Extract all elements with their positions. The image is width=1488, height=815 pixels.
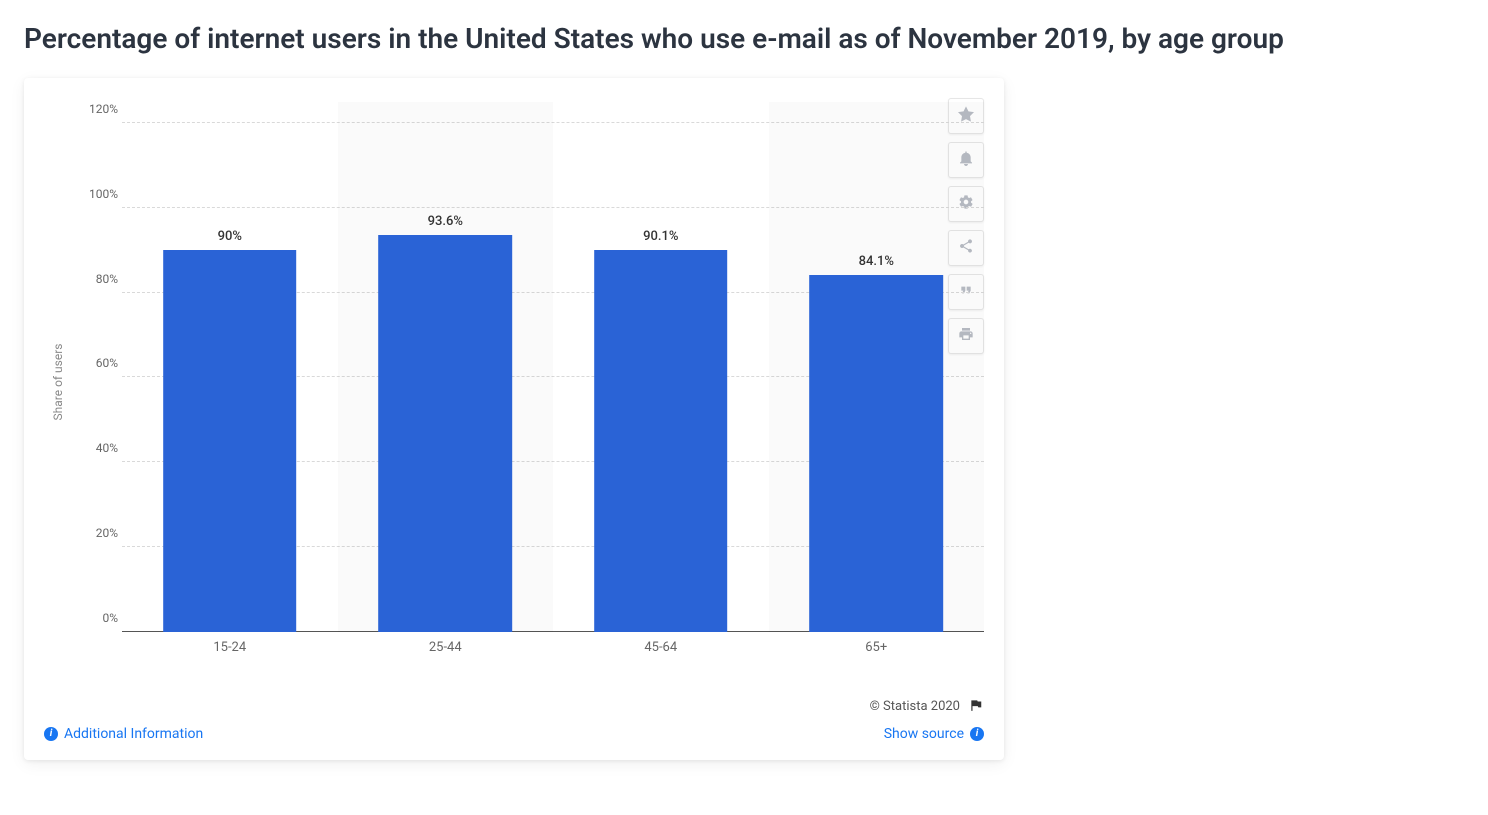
chart-card: Share of users 90% 93.6% 90.1% 84.1% 0% 20% 4… bbox=[24, 78, 1004, 760]
y-tick-label: 0% bbox=[72, 611, 118, 625]
y-tick-label: 100% bbox=[72, 187, 118, 201]
card-footer: i Additional Information © Statista 2020… bbox=[44, 698, 984, 742]
y-tick-label: 20% bbox=[72, 526, 118, 540]
info-icon: i bbox=[970, 727, 984, 741]
additional-info-label: Additional Information bbox=[64, 726, 203, 742]
x-tick-label: 45-64 bbox=[553, 640, 769, 662]
bar[interactable] bbox=[594, 250, 728, 632]
x-axis: 15-2425-4445-6465+ bbox=[122, 640, 984, 662]
bars-container: 90% 93.6% 90.1% 84.1% bbox=[122, 102, 984, 632]
y-tick-label: 60% bbox=[72, 356, 118, 370]
bar-value-label: 90% bbox=[218, 229, 242, 244]
ylabel-wrap: Share of users bbox=[44, 102, 72, 662]
bar-value-label: 84.1% bbox=[859, 254, 894, 269]
bar-slot: 93.6% bbox=[338, 102, 554, 632]
show-source-label: Show source bbox=[884, 726, 964, 742]
bar-slot: 90.1% bbox=[553, 102, 769, 632]
chart-zone: Share of users 90% 93.6% 90.1% 84.1% 0% 20% 4… bbox=[44, 102, 984, 662]
y-tick-label: 120% bbox=[72, 102, 118, 116]
copyright-text: © Statista 2020 bbox=[870, 698, 984, 716]
y-tick-label: 80% bbox=[72, 272, 118, 286]
x-tick-label: 25-44 bbox=[338, 640, 554, 662]
additional-info-link[interactable]: i Additional Information bbox=[44, 726, 203, 742]
bar[interactable] bbox=[809, 275, 943, 632]
bar-value-label: 90.1% bbox=[643, 229, 678, 244]
x-tick-label: 65+ bbox=[769, 640, 985, 662]
bar-value-label: 93.6% bbox=[428, 214, 463, 229]
bar[interactable] bbox=[163, 250, 297, 632]
show-source-link[interactable]: Show source i bbox=[884, 726, 984, 742]
bar[interactable] bbox=[378, 235, 512, 632]
x-tick-label: 15-24 bbox=[122, 640, 338, 662]
flag-icon bbox=[968, 698, 984, 716]
plot-wrap: 90% 93.6% 90.1% 84.1% 0% 20% 40% 60% 80% 100% 120… bbox=[72, 102, 984, 662]
bar-slot: 90% bbox=[122, 102, 338, 632]
copyright-label: © Statista 2020 bbox=[870, 699, 960, 714]
plot-area: 90% 93.6% 90.1% 84.1% 0% 20% 40% 60% 80% 100% 120… bbox=[72, 102, 984, 632]
chart-title: Percentage of internet users in the Unit… bbox=[24, 20, 1464, 58]
info-icon: i bbox=[44, 727, 58, 741]
bar-slot: 84.1% bbox=[769, 102, 985, 632]
y-tick-label: 40% bbox=[72, 441, 118, 455]
y-axis-label: Share of users bbox=[51, 343, 65, 420]
